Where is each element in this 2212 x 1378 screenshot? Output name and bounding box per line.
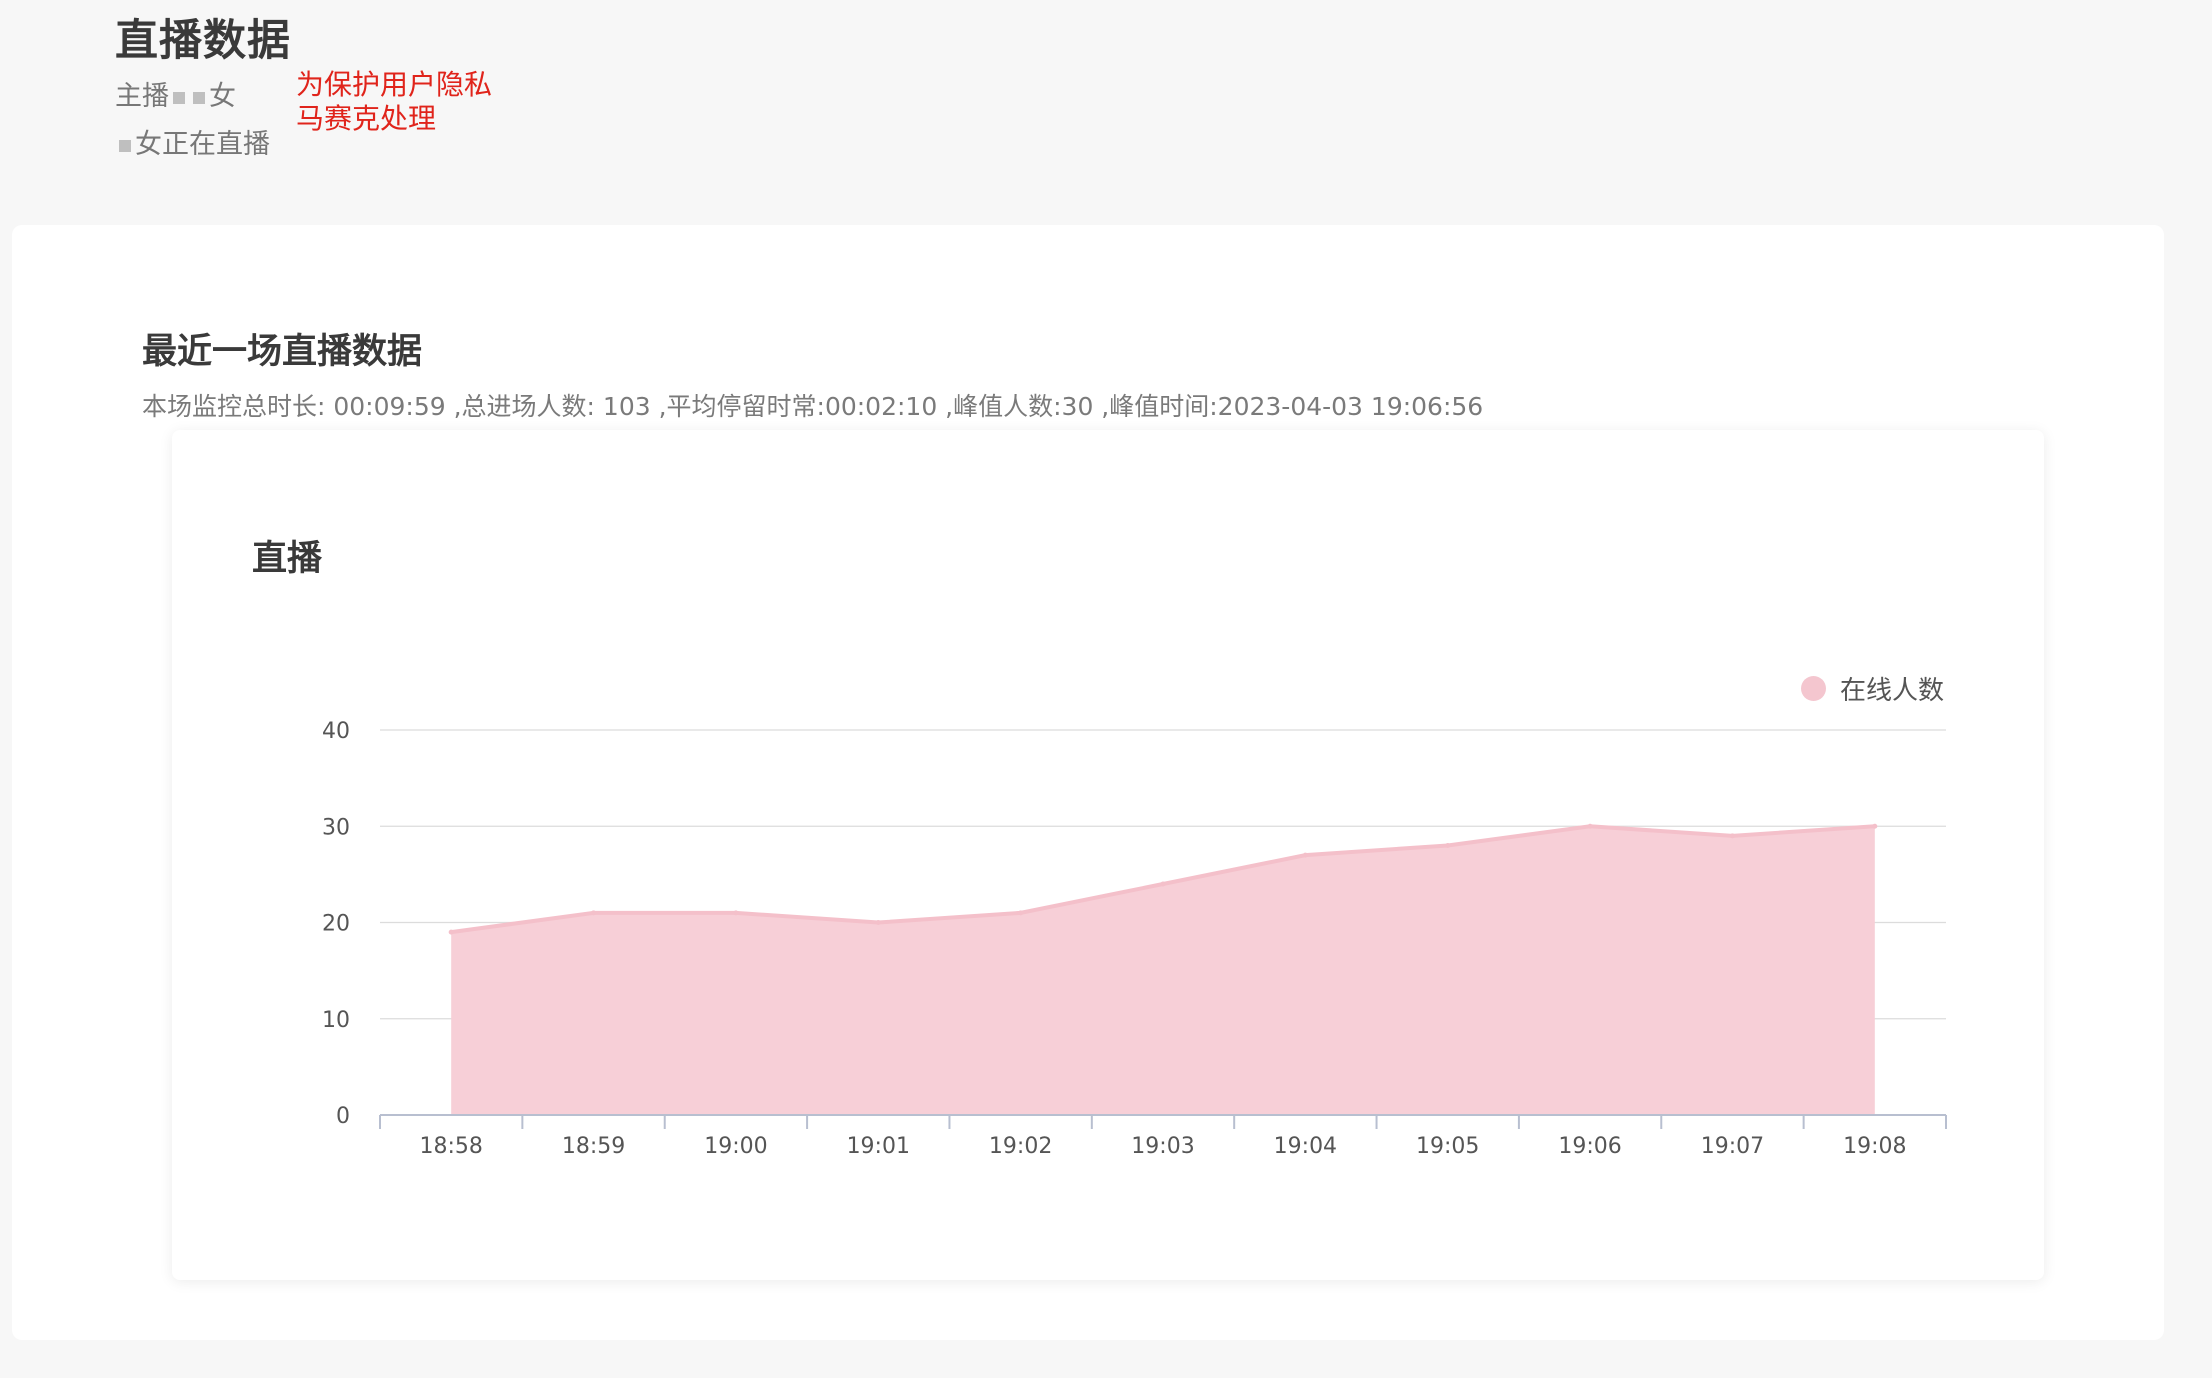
anchor-name: 主播 女 [115,74,236,113]
x-tick-label: 19:08 [1843,1134,1906,1159]
x-tick-label: 19:06 [1558,1134,1621,1159]
privacy-note-line2: 马赛克处理 [296,102,437,135]
data-point [1018,910,1024,916]
mosaic-block [193,91,205,104]
x-tick-label: 19:03 [1131,1134,1194,1159]
data-point [733,910,739,916]
x-tick-label: 19:00 [704,1134,767,1159]
x-tick-label: 18:59 [562,1134,625,1159]
data-point [1160,881,1166,887]
x-tick-label: 19:05 [1416,1134,1479,1159]
data-point [1872,823,1878,829]
data-point [1302,852,1308,858]
live-status: 女正在直播 [115,122,270,161]
data-point [1729,833,1735,839]
x-tick-label: 18:58 [419,1134,482,1159]
data-point [448,929,454,935]
data-point [1445,843,1451,848]
mosaic-block [119,139,131,152]
privacy-note: 为保护用户隐私 马赛克处理 [296,68,492,136]
y-tick-label: 20 [322,912,350,937]
y-tick-label: 10 [322,1008,350,1033]
x-tick-label: 19:01 [847,1134,910,1159]
x-tick-label: 19:04 [1274,1134,1337,1159]
privacy-note-line1: 为保护用户隐私 [296,68,493,101]
series-area [451,826,1875,1115]
data-point [591,910,597,916]
anchor-prefix: 主播 [115,81,169,112]
y-tick-label: 40 [322,719,350,744]
data-point [1587,823,1593,829]
page-header: 直播数据 主播 女 女正在直播 为保护用户隐私 马赛克处理 [0,0,2212,225]
session-summary: 本场监控总时长: 00:09:59 ,总进场人数: 103 ,平均停留时常:00… [142,392,1484,421]
page-title: 直播数据 [115,16,291,66]
section-title: 最近一场直播数据 [142,332,423,372]
data-point [875,920,881,925]
y-tick-label: 30 [322,815,350,840]
area-chart: 0 10 20 30 40 18:58 18:59 19:00 19:01 19:02 19:03 1… [322,719,1947,1159]
mosaic-block [173,91,185,104]
x-tick-label: 19:02 [989,1134,1052,1159]
y-tick-label: 0 [336,1104,350,1129]
anchor-suffix: 女 [209,81,236,112]
chart-card: 直播 在线人数 0 10 20 30 40 18:58 18:59 19:00 19:01 19:… [172,430,2044,1280]
live-status-text: 女正在直播 [135,129,270,160]
x-tick-label: 19:07 [1701,1134,1764,1159]
data-card: 最近一场直播数据 本场监控总时长: 00:09:59 ,总进场人数: 103 ,… [12,225,2164,1340]
